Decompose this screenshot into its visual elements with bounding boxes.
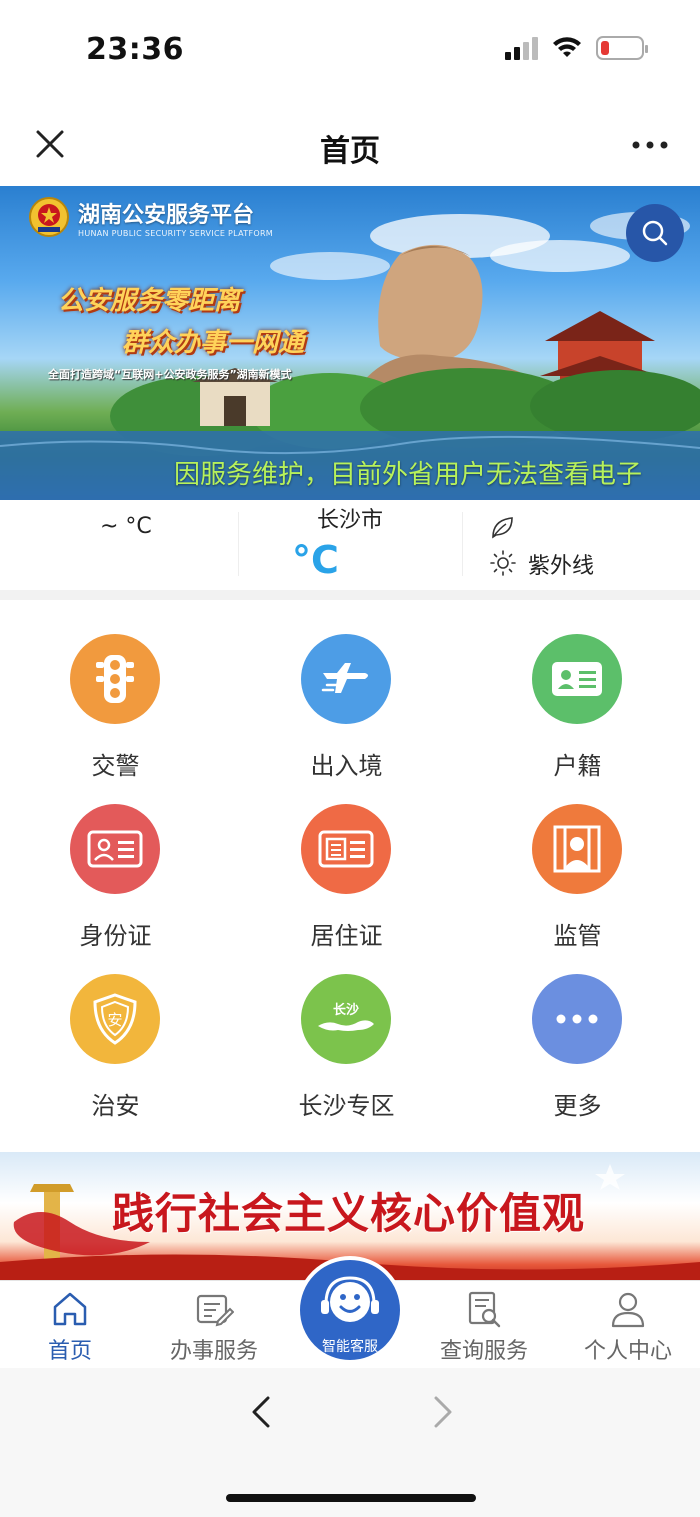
svg-text:长沙: 长沙 [333, 1002, 359, 1018]
weather-temp: °C [292, 538, 339, 582]
police-emblem-icon [29, 197, 69, 237]
platform-logo: 湖南公安服务平台 HUNAN PUBLIC SECURITY SERVICE P… [28, 196, 273, 238]
tab-profile[interactable]: 个人中心 [558, 1281, 698, 1369]
airplane-icon [301, 634, 391, 724]
id-card-icon [70, 804, 160, 894]
service-label: 更多 [553, 1092, 602, 1120]
platform-name: 湖南公安服务平台 [78, 201, 255, 228]
tab-label: 办事服务 [169, 1339, 258, 1364]
section-divider [0, 590, 700, 600]
changsha-icon: 长沙 [301, 974, 391, 1064]
battery-icon [596, 36, 648, 60]
banner-slogan-3: 全面打造跨域“互联网+公安政务服务”湖南新模式 [48, 368, 292, 381]
more-dots-icon [532, 974, 622, 1064]
tab-query[interactable]: 查询服务 [414, 1281, 554, 1369]
shield-icon: 安 [70, 974, 160, 1064]
service-residence-permit[interactable]: 居住证 [231, 770, 462, 950]
page-title: 首页 [320, 134, 380, 169]
search-button[interactable] [626, 204, 684, 262]
detention-icon [532, 804, 622, 894]
browser-toolbar [0, 1368, 700, 1517]
household-card-icon [532, 634, 622, 724]
smart-assistant-button[interactable]: 智能客服 [296, 1256, 404, 1364]
tab-home[interactable]: 首页 [0, 1281, 140, 1369]
hero-banner[interactable]: 湖南公安服务平台 HUNAN PUBLIC SECURITY SERVICE P… [0, 186, 700, 500]
forward-arrow-icon[interactable] [424, 1392, 460, 1432]
user-icon [611, 1292, 645, 1328]
service-changsha-zone[interactable]: 长沙 长沙专区 [231, 940, 462, 1120]
leaf-icon [492, 517, 513, 539]
status-bar: 23:36 [0, 0, 700, 100]
home-icon [53, 1292, 87, 1326]
service-more[interactable]: 更多 [462, 940, 693, 1120]
service-grid: 交警 出入境 户籍 身份证 居住证 监管 安 治安 长沙 长沙专区 更多 [0, 600, 700, 1150]
home-indicator[interactable] [226, 1494, 476, 1502]
search-icon [642, 220, 668, 246]
nav-bar: 首页 [0, 100, 700, 186]
status-time: 23:36 [86, 32, 184, 67]
traffic-light-icon [70, 634, 160, 724]
status-icons [505, 36, 648, 60]
back-arrow-icon[interactable] [244, 1392, 280, 1432]
platform-name-en: HUNAN PUBLIC SECURITY SERVICE PLATFORM [78, 228, 274, 238]
service-exit-entry[interactable]: 出入境 [231, 600, 462, 780]
more-icon[interactable] [630, 130, 670, 160]
tab-label: 智能客服 [322, 1339, 378, 1355]
svg-text:安: 安 [107, 1011, 122, 1029]
banner-slogan-2: 群众办事一网通 [122, 328, 305, 358]
sun-icon [490, 550, 516, 576]
core-values-text: 践行社会主义核心价值观 [112, 1189, 586, 1238]
notice-marquee[interactable]: 因服务维护，目前外省用户无法查看电子 [174, 454, 642, 491]
tab-label: 首页 [47, 1339, 92, 1364]
assistant-icon [321, 1276, 379, 1322]
service-id-card[interactable]: 身份证 [0, 770, 231, 950]
weather-uv-label: 紫外线 [528, 554, 595, 579]
tab-label: 查询服务 [439, 1339, 528, 1364]
search-doc-icon [468, 1291, 501, 1328]
service-public-security[interactable]: 安 治安 [0, 940, 231, 1120]
cellular-signal-icon [505, 36, 538, 60]
weather-panel: ~ °C 长沙市 °C 紫外线 [0, 500, 700, 590]
banner-slogan-1: 公安服务零距离 [58, 286, 241, 316]
tab-label: 个人中心 [583, 1339, 672, 1364]
service-traffic-police[interactable]: 交警 [0, 600, 231, 780]
weather-city: 长沙市 [316, 508, 383, 533]
service-label: 长沙专区 [298, 1092, 395, 1120]
service-household[interactable]: 户籍 [462, 600, 693, 780]
divider [462, 512, 463, 576]
form-edit-icon [196, 1294, 234, 1327]
tab-services[interactable]: 办事服务 [144, 1281, 284, 1369]
wifi-icon [553, 37, 581, 57]
service-label: 治安 [91, 1092, 140, 1120]
service-supervision[interactable]: 监管 [462, 770, 693, 950]
residence-card-icon [301, 804, 391, 894]
